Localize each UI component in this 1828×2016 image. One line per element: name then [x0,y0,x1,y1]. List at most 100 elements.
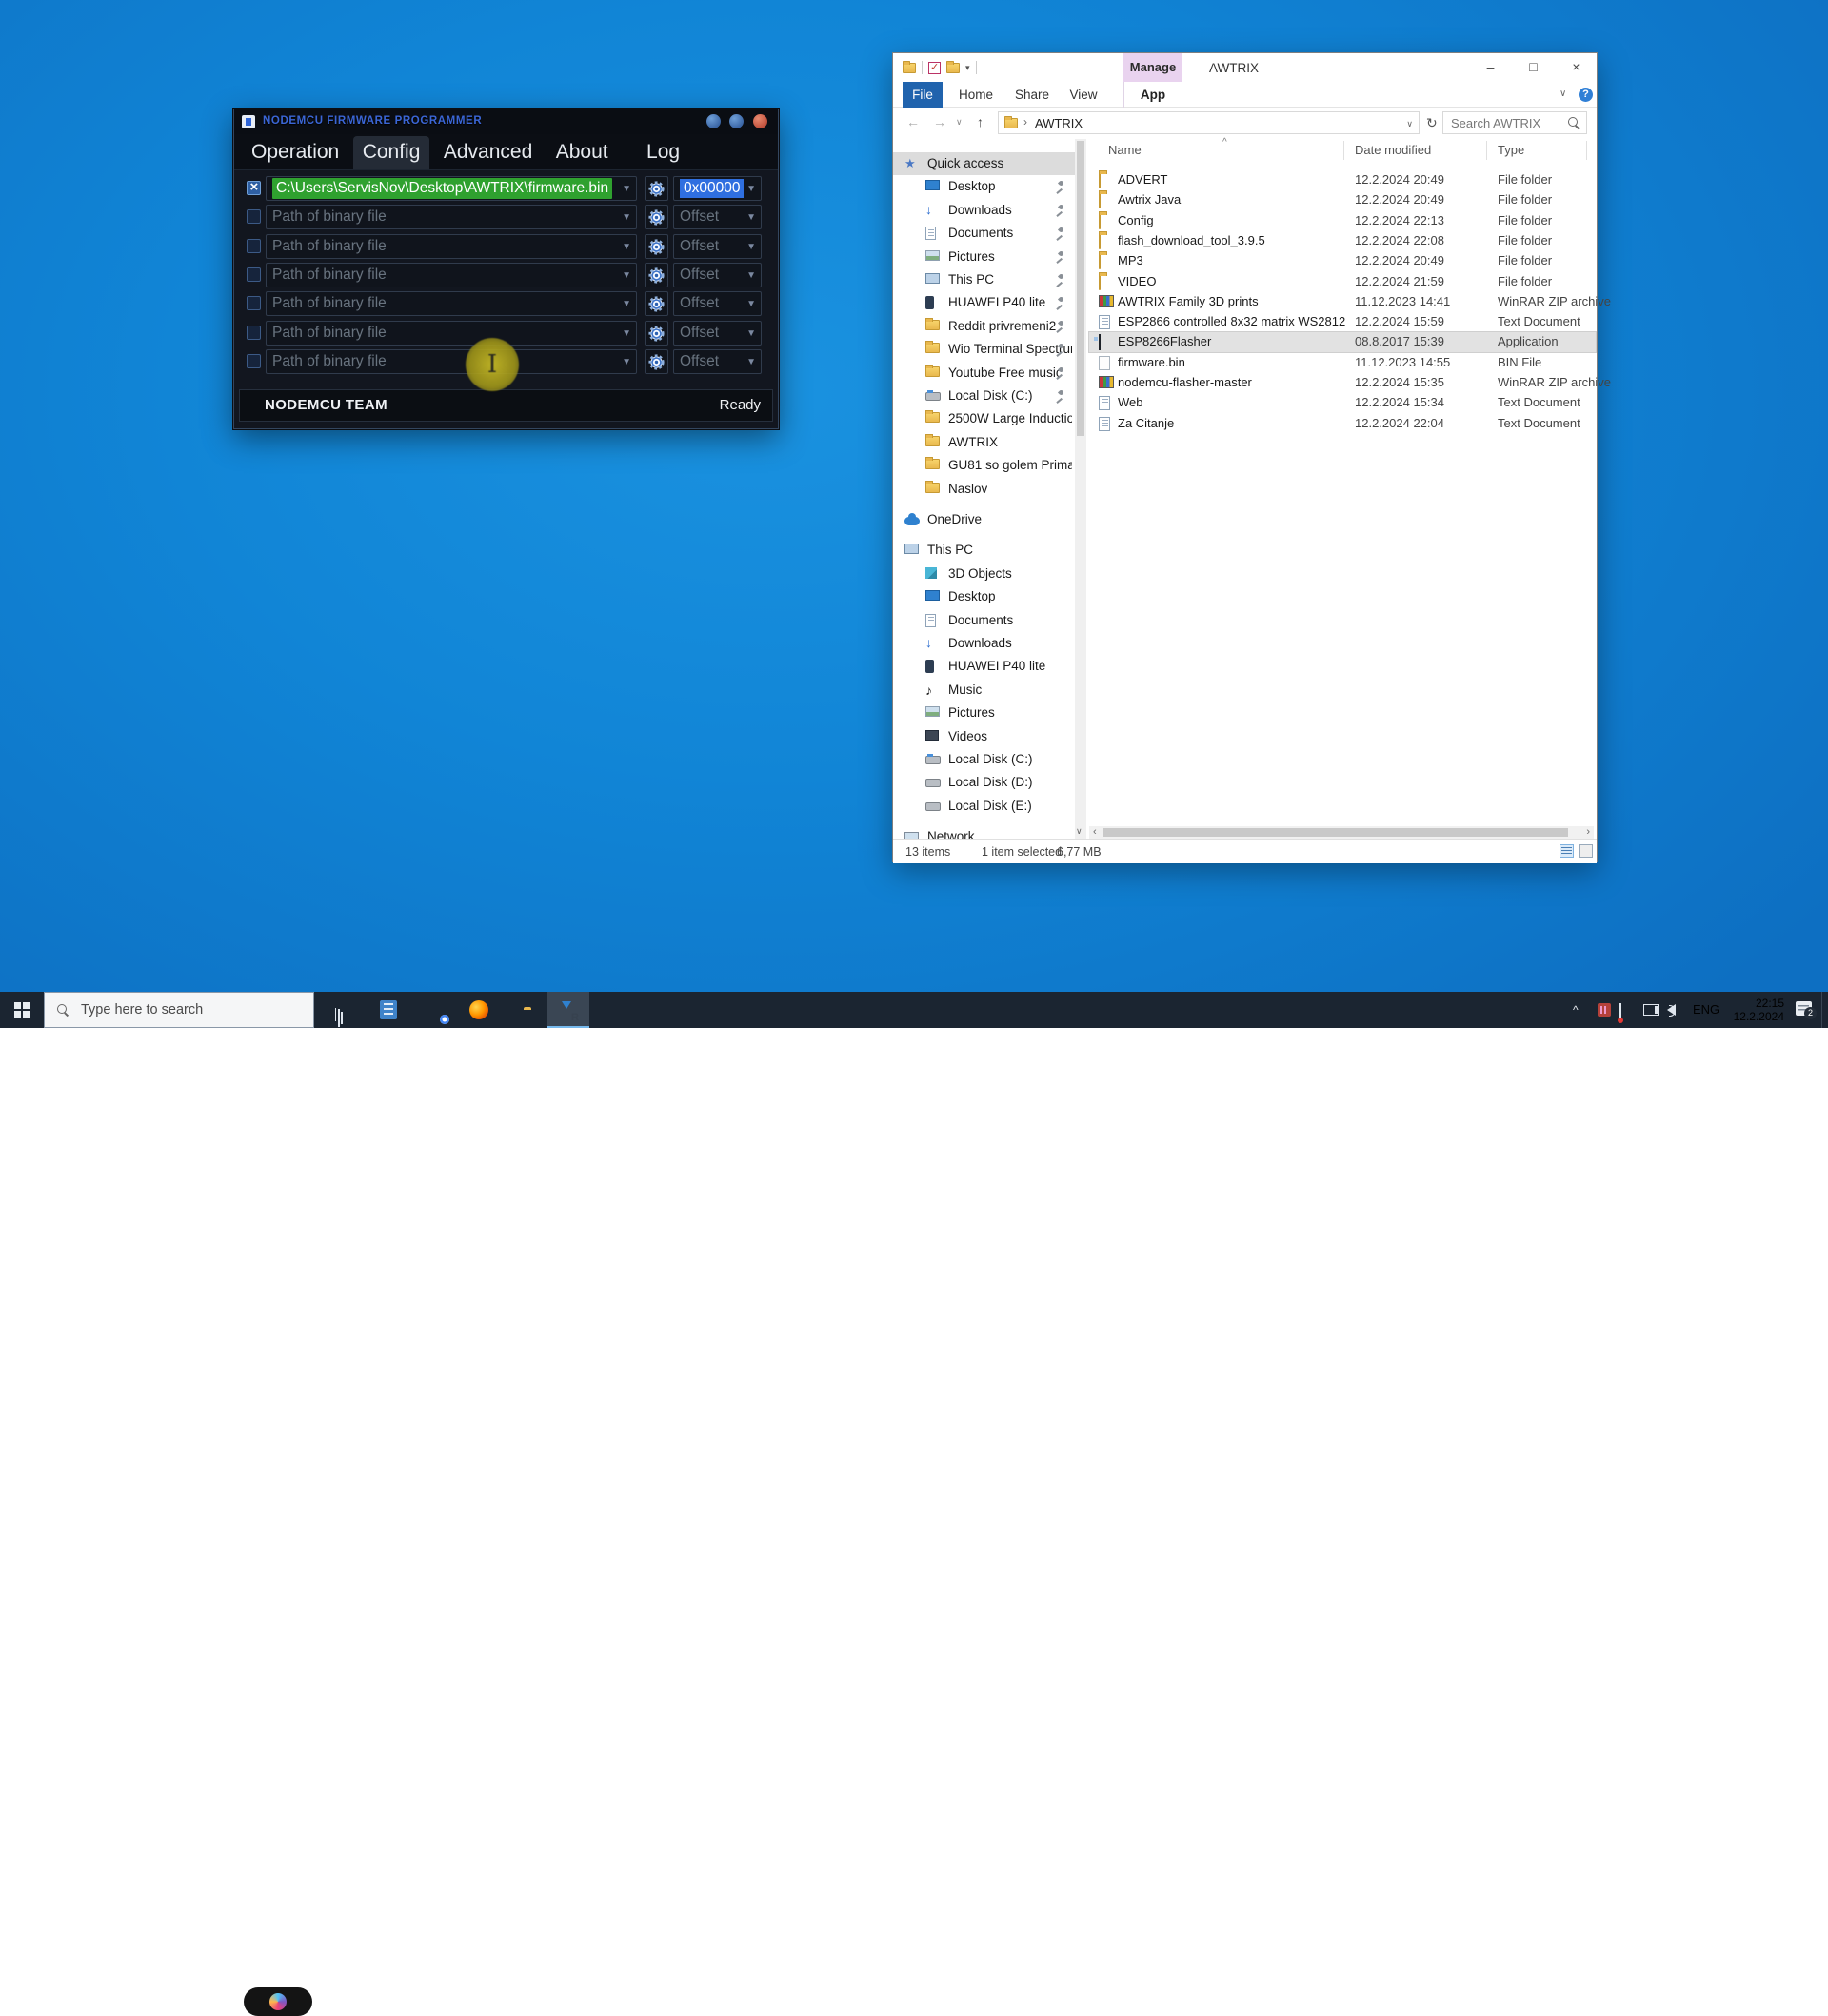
tab-log[interactable]: Log [637,136,689,169]
breadcrumb[interactable]: AWTRIX [1035,116,1083,130]
tray-app-icon[interactable] [1598,1003,1611,1017]
up-button[interactable]: ↑ [977,114,984,129]
tab-advanced[interactable]: Advanced [434,136,542,169]
explorer-titlebar[interactable]: ▾ Manage AWTRIX – □ × [893,53,1597,82]
ribbon-tab-file[interactable]: File [903,82,943,108]
ribbon-tab-app-tools[interactable]: App Tools [1123,82,1182,108]
offset-gear-button[interactable] [645,349,668,374]
offset-field[interactable]: Offset▼ [673,234,762,259]
sidebar-item-youtube-free-music[interactable]: Youtube Free music [893,362,1075,385]
path-dropdown-chevron-icon[interactable]: ▼ [622,271,631,281]
offset-gear-button[interactable] [645,291,668,316]
horizontal-scrollbar[interactable]: ‹ › [1089,826,1594,839]
sidebar-item-documents[interactable]: Documents [893,609,1075,632]
file-row-config[interactable]: Config12.2.2024 22:13File folder [1089,211,1596,231]
offset-gear-button[interactable] [645,321,668,346]
column-header-date-modified[interactable]: Date modified [1355,143,1431,157]
sidebar-item-huawei-p40-lite[interactable]: HUAWEI P40 lite [893,291,1075,314]
binary-path-field[interactable]: Path of binary file▼ [266,234,637,259]
column-separator[interactable] [1343,141,1344,160]
taskbar-nodemcu-button[interactable] [547,992,589,1028]
sidebar-item-huawei-p40-lite[interactable]: HUAWEI P40 lite [893,655,1075,678]
offset-gear-button[interactable] [645,234,668,259]
file-row-za-citanje[interactable]: Za Citanje12.2.2024 22:04Text Document [1089,414,1596,434]
path-dropdown-chevron-icon[interactable]: ▼ [622,185,631,194]
row-checkbox[interactable] [247,296,261,310]
close-button[interactable] [753,114,767,128]
taskbar-explorer-button[interactable] [503,992,545,1028]
row-checkbox[interactable] [247,181,261,195]
binary-path-field[interactable]: Path of binary file▼ [266,263,637,287]
column-separator[interactable] [1586,141,1587,160]
customize-toolbar-chevron-icon[interactable]: ▾ [965,63,970,73]
sidebar-item-this-pc[interactable]: This PC [893,539,1075,562]
scrollbar-thumb[interactable] [1077,141,1084,436]
thumbnail-view-toggle[interactable] [1579,844,1593,858]
tab-config[interactable]: Config [353,136,430,169]
offset-field[interactable]: Offset▼ [673,205,762,229]
path-dropdown-chevron-icon[interactable]: ▼ [622,213,631,223]
properties-icon[interactable] [928,62,941,74]
navigation-scrollbar[interactable]: ∨ [1075,139,1086,839]
tray-clock[interactable]: 22:15 12.2.2024 [1725,997,1784,1023]
collapse-ribbon-chevron-icon[interactable]: ∨ [1560,89,1566,99]
recent-locations-chevron-icon[interactable]: ∨ [956,117,963,128]
folder-icon[interactable] [903,63,916,73]
details-view-toggle[interactable] [1560,844,1574,858]
ribbon-tab-share[interactable]: Share [1007,82,1057,108]
refresh-icon[interactable]: ↻ [1426,115,1438,131]
copilot-button[interactable] [244,1987,312,2016]
path-dropdown-chevron-icon[interactable]: ▼ [622,300,631,309]
forward-button[interactable]: → [933,114,946,129]
sidebar-item-onedrive[interactable]: OneDrive [893,508,1075,531]
sidebar-item-music[interactable]: ♪Music [893,679,1075,702]
offset-gear-button[interactable] [645,205,668,229]
sidebar-item-documents[interactable]: Documents [893,222,1075,245]
sidebar-item-desktop[interactable]: Desktop [893,585,1075,608]
binary-path-field[interactable]: Path of binary file▼ [266,291,637,316]
sidebar-item-wio-terminal-spectrur[interactable]: Wio Terminal Spectrur [893,338,1075,361]
sidebar-item-local-disk-c-[interactable]: Local Disk (C:) [893,385,1075,407]
file-row-mp3[interactable]: MP312.2.2024 20:49File folder [1089,251,1596,271]
scroll-right-icon[interactable]: › [1586,826,1590,839]
notification-center-icon[interactable]: 2 [1796,1001,1812,1016]
sidebar-item-local-disk-d-[interactable]: Local Disk (D:) [893,771,1075,794]
taskbar-search-box[interactable]: Type here to search [44,992,314,1028]
sidebar-item-desktop[interactable]: Desktop [893,175,1075,198]
scroll-down-chevron-icon[interactable]: ∨ [1076,826,1083,837]
binary-path-field[interactable]: C:\Users\ServisNov\Desktop\AWTRIX\firmwa… [266,176,637,201]
maximize-button[interactable] [729,114,744,128]
file-row-esp2866-controlled-8x32-matrix-ws2812-l-[interactable]: ESP2866 controlled 8x32 matrix WS2812 L.… [1089,312,1596,332]
file-row-video[interactable]: VIDEO12.2.2024 21:59File folder [1089,272,1596,292]
row-checkbox[interactable] [247,239,261,253]
sidebar-item-this-pc[interactable]: This PC [893,268,1075,291]
maximize-button[interactable]: □ [1512,53,1555,82]
offset-field[interactable]: Offset▼ [673,291,762,316]
sidebar-item-gu81-so-golem-primar[interactable]: GU81 so golem Primar [893,454,1075,477]
path-dropdown-chevron-icon[interactable]: ▼ [622,329,631,339]
binary-path-field[interactable]: Path of binary file▼ [266,205,637,229]
sidebar-item-reddit-privremeni2[interactable]: Reddit privremeni2 [893,315,1075,338]
tray-screencast-icon[interactable] [1619,1003,1621,1021]
taskbar-calculator-button[interactable] [368,992,409,1028]
nodemcu-titlebar[interactable]: NODEMCU FIRMWARE PROGRAMMER [234,109,778,134]
offset-field[interactable]: 0x00000▼ [673,176,762,201]
offset-gear-button[interactable] [645,263,668,287]
sidebar-item-network[interactable]: Network [893,825,1075,839]
taskbar-firefox-button[interactable] [458,992,500,1028]
scroll-left-icon[interactable]: ‹ [1093,826,1097,839]
taskbar-video-editor-button[interactable] [317,992,359,1028]
ribbon-tab-view[interactable]: View [1063,82,1104,108]
file-row-flash-download-tool-3-9-5[interactable]: flash_download_tool_3.9.512.2.2024 22:08… [1089,231,1596,251]
column-header-type[interactable]: Type [1498,143,1524,157]
binary-path-field[interactable]: Path of binary file▼ [266,321,637,346]
tray-language-indicator[interactable]: ENG [1693,1002,1719,1017]
tray-volume-icon[interactable] [1667,1004,1676,1016]
minimize-button[interactable] [706,114,721,128]
sidebar-item-pictures[interactable]: Pictures [893,702,1075,724]
offset-field[interactable]: Offset▼ [673,263,762,287]
start-button[interactable] [0,992,44,1028]
address-bar[interactable]: › AWTRIX ∨ [998,111,1420,134]
file-row-web[interactable]: Web12.2.2024 15:34Text Document [1089,393,1596,413]
sidebar-item-awtrix[interactable]: AWTRIX [893,431,1075,454]
